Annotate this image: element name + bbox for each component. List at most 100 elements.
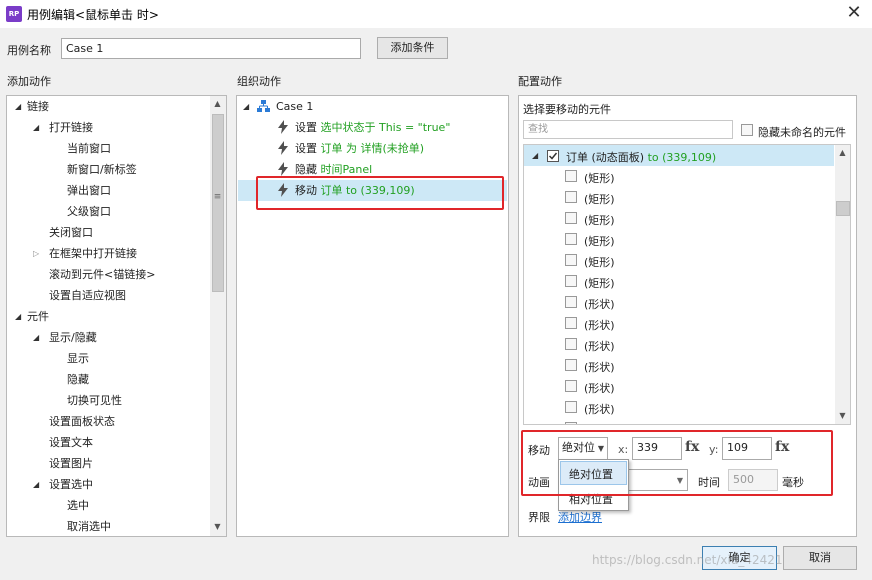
tree-item[interactable]: 当前窗口 [67, 138, 111, 159]
widget-item[interactable]: (形状) [584, 380, 615, 396]
tree-item[interactable]: 设置面板状态 [49, 411, 115, 432]
action-detail: 订单 为 详情(未抢单) [320, 142, 425, 155]
widget-scrollbar[interactable]: ▲ ▼ [835, 145, 850, 424]
widget-item[interactable]: (形状) [584, 296, 615, 312]
widget-checkbox[interactable] [565, 359, 577, 371]
tree-item[interactable]: 隐藏 [67, 369, 89, 390]
collapse-triangle-icon[interactable]: ◢ [33, 333, 42, 342]
widget-parent-label: 订单 (动态面板) to (339,109) [566, 149, 716, 165]
tree-item[interactable]: 设置图片 [49, 453, 93, 474]
widget-checkbox[interactable] [565, 212, 577, 224]
collapse-triangle-icon[interactable]: ◢ [15, 312, 24, 321]
action-verb: 设置 [295, 121, 317, 134]
widget-item[interactable]: (占位符) [584, 422, 626, 424]
collapse-triangle-icon[interactable]: ◢ [15, 102, 24, 111]
close-icon[interactable]: ✕ [840, 2, 868, 24]
bounds-label: 界限 [528, 511, 550, 524]
search-input[interactable]: 查找 [523, 120, 733, 139]
widget-item[interactable]: (矩形) [584, 170, 615, 186]
widget-checkbox[interactable] [565, 422, 577, 424]
action-detail: 选中状态于 This = "true" [320, 121, 451, 134]
hide-unnamed-checkbox[interactable] [741, 124, 753, 136]
scroll-down-icon[interactable]: ▼ [836, 411, 849, 420]
widget-checkbox[interactable] [565, 380, 577, 392]
widget-checkbox[interactable] [565, 254, 577, 266]
select-widget-label: 选择要移动的元件 [523, 103, 611, 116]
lightning-icon [278, 120, 288, 134]
scroll-down-icon[interactable]: ▼ [211, 522, 224, 531]
hide-unnamed-label: 隐藏未命名的元件 [758, 126, 846, 139]
action-item[interactable]: 设置 选中状态于 This = "true" [277, 117, 450, 138]
collapse-triangle-icon[interactable]: ◢ [532, 151, 541, 160]
organize-action-title: 组织动作 [237, 75, 281, 88]
scroll-thumb[interactable] [212, 114, 224, 292]
configure-action-title: 配置动作 [518, 75, 562, 88]
expand-triangle-icon[interactable]: ▷ [33, 249, 42, 258]
widget-item[interactable]: (形状) [584, 401, 615, 417]
collapse-triangle-icon[interactable]: ◢ [243, 102, 252, 111]
widget-checkbox[interactable] [565, 338, 577, 350]
highlight-box-move-config [521, 430, 833, 496]
widget-checkbox[interactable] [565, 296, 577, 308]
widget-item[interactable]: (矩形) [584, 275, 615, 291]
widget-item[interactable]: (形状) [584, 317, 615, 333]
widget-checkbox[interactable] [565, 170, 577, 182]
window-title: 用例编辑<鼠标单击 时> [27, 8, 159, 22]
watermark: https://blog.csdn.net/xiu_42421 [592, 553, 783, 567]
case-label: Case 1 [276, 100, 314, 113]
widget-parent-name: 订单 (动态面板) [566, 151, 645, 164]
widget-checkbox[interactable] [565, 233, 577, 245]
widget-checkbox[interactable] [565, 191, 577, 203]
tree-item[interactable]: 设置文本 [49, 432, 93, 453]
collapse-triangle-icon[interactable]: ◢ [33, 123, 42, 132]
lightning-icon [278, 162, 288, 176]
tree-item[interactable]: 设置选中 [49, 474, 93, 495]
widget-item[interactable]: (矩形) [584, 212, 615, 228]
widget-parent-detail: to (339,109) [647, 151, 717, 164]
highlight-box-move-action [256, 176, 504, 210]
widget-checkbox[interactable] [565, 401, 577, 413]
add-bounds-link[interactable]: 添加边界 [558, 509, 602, 525]
collapse-triangle-icon[interactable]: ◢ [33, 480, 42, 489]
tree-item[interactable]: 关闭窗口 [49, 222, 93, 243]
widget-item[interactable]: (矩形) [584, 191, 615, 207]
tree-item[interactable]: 显示/隐藏 [49, 327, 97, 348]
tree-item[interactable]: 父级窗口 [67, 201, 111, 222]
scroll-up-icon[interactable]: ▲ [211, 99, 224, 108]
tree-item[interactable]: 在框架中打开链接 [49, 243, 137, 264]
tree-item[interactable]: 元件 [27, 306, 49, 327]
add-condition-button[interactable]: 添加条件 [377, 37, 448, 59]
lightning-icon [278, 141, 288, 155]
tree-item[interactable]: 设置自适应视图 [49, 285, 126, 306]
action-item[interactable]: 设置 订单 为 详情(未抢单) [277, 138, 424, 159]
tree-item[interactable]: 切换可见性 [67, 390, 122, 411]
tree-item[interactable]: 新窗口/新标签 [67, 159, 137, 180]
add-action-title: 添加动作 [7, 75, 51, 88]
tree-item[interactable]: 取消选中 [67, 516, 111, 536]
add-action-tree: ▲ ≡ ▼ 链接 ◢ 打开链接 ◢ 当前窗口 新窗口/新标签 弹出窗口 父级窗口 关闭窗口 在框架… [6, 95, 227, 537]
tree-item[interactable]: 链接 [27, 96, 49, 117]
scroll-thumb[interactable] [836, 201, 850, 216]
case-node[interactable]: Case 1 [257, 96, 313, 117]
case-name-input[interactable]: Case 1 [61, 38, 361, 59]
action-detail: 时间Panel [320, 163, 373, 176]
widget-list: ◢ 订单 (动态面板) to (339,109) ▲ ▼ (矩形) (矩形) (矩形… [523, 144, 851, 425]
tree-item[interactable]: 显示 [67, 348, 89, 369]
axure-app-icon: RP [6, 6, 22, 22]
widget-item[interactable]: (形状) [584, 338, 615, 354]
tree-item[interactable]: 选中 [67, 495, 89, 516]
tree-item[interactable]: 弹出窗口 [67, 180, 111, 201]
widget-item[interactable]: (矩形) [584, 254, 615, 270]
tree-item[interactable]: 滚动到元件<锚链接> [49, 264, 155, 285]
widget-checkbox[interactable] [565, 317, 577, 329]
widget-item[interactable]: (矩形) [584, 233, 615, 249]
cancel-button[interactable]: 取消 [783, 546, 857, 570]
widget-parent-checkbox[interactable] [547, 150, 559, 162]
widget-checkbox[interactable] [565, 275, 577, 287]
scroll-up-icon[interactable]: ▲ [836, 148, 849, 157]
organize-action-panel: Case 1 ◢ 设置 选中状态于 This = "true" 设置 订单 为 详… [236, 95, 509, 537]
case-tree-icon [257, 100, 270, 112]
left-scrollbar[interactable]: ▲ ≡ ▼ [210, 96, 226, 536]
widget-item[interactable]: (形状) [584, 359, 615, 375]
tree-item[interactable]: 打开链接 [49, 117, 93, 138]
